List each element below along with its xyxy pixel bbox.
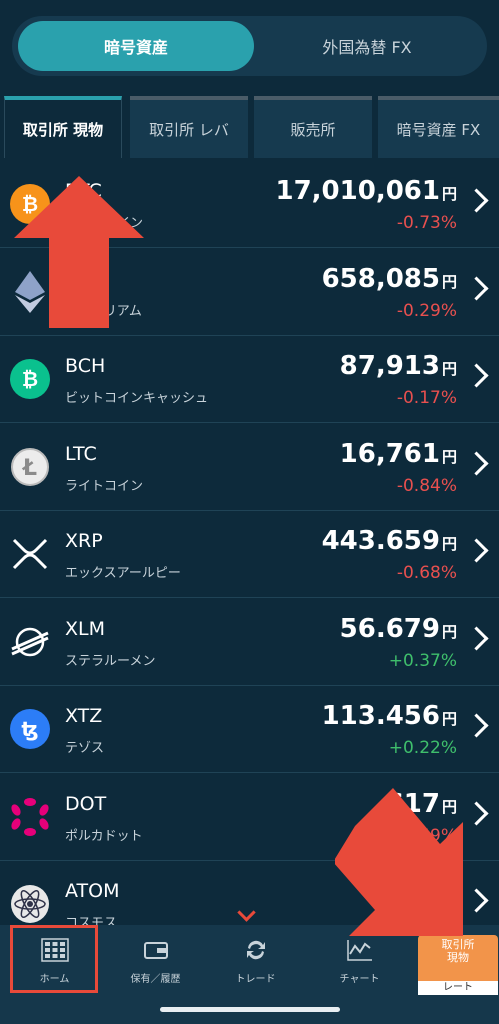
up-arrow-annotation xyxy=(14,176,144,328)
coin-symbol: ATOM xyxy=(65,880,120,902)
tab-exchange-spot[interactable]: 取引所 現物 xyxy=(4,96,122,158)
xrp-icon xyxy=(10,534,50,574)
nav-holdings[interactable]: 保有／履歴 xyxy=(106,925,205,985)
coin-symbol: LTC xyxy=(65,442,97,465)
currency-unit: 円 xyxy=(441,272,457,291)
polkadot-icon xyxy=(10,797,50,837)
coin-price-value: 658,085 xyxy=(321,263,440,294)
chevron-right-icon xyxy=(464,450,489,476)
coin-name: テゾス xyxy=(65,741,105,756)
coin-price: 443.659 円 xyxy=(322,526,457,556)
chevron-right-icon xyxy=(464,625,489,651)
coin-name: ライトコイン xyxy=(65,478,144,494)
coin-change: +0.37% xyxy=(388,650,457,671)
coin-price: 16,761 円 xyxy=(340,439,457,469)
home-highlight-annotation xyxy=(10,925,98,993)
coin-change: +0.22% xyxy=(388,738,457,758)
currency-unit: 円 xyxy=(441,535,457,553)
nav-trade-label: トレード xyxy=(235,974,276,985)
coin-price-value: 16,761 xyxy=(339,438,440,469)
exchange-icon xyxy=(246,940,265,960)
market-tabs: 取引所 現物 取引所 レバ 販売所 暗号資産 FX xyxy=(4,96,499,158)
coin-symbol: XLM xyxy=(65,617,105,640)
coin-change: -0.68% xyxy=(396,563,457,583)
rate-button-title-text: 取引所 現物 xyxy=(441,938,475,964)
chevron-right-icon xyxy=(464,188,489,213)
coin-name: ビットコインキャッシュ xyxy=(65,391,209,406)
coin-change: -0.29% xyxy=(396,300,457,321)
chevron-right-icon xyxy=(464,275,489,301)
chevron-right-icon xyxy=(464,538,489,563)
coin-price: 113.456 円 xyxy=(322,701,457,731)
stellar-icon xyxy=(10,622,50,662)
svg-text:Ł: Ł xyxy=(22,456,37,481)
coin-change: -0.84% xyxy=(396,475,457,496)
tab-crypto-fx[interactable]: 暗号資産 FX xyxy=(378,96,499,158)
chevron-right-icon xyxy=(464,713,489,738)
cosmos-icon xyxy=(10,884,50,924)
currency-unit: 円 xyxy=(441,185,457,203)
segment-crypto[interactable]: 暗号資産 xyxy=(18,21,254,71)
rate-button-title: 取引所 現物 xyxy=(418,935,498,964)
coin-price-value: 56.679 xyxy=(339,613,440,644)
chevron-right-icon xyxy=(464,363,489,388)
coin-price: 56.679 円 xyxy=(340,614,457,644)
coin-row-xtz[interactable]: ꜩ XTZ テゾス 113.456 円 +0.22% xyxy=(0,687,499,773)
coin-price: 17,010,061 円 xyxy=(276,176,458,206)
coin-symbol: XRP xyxy=(65,530,103,552)
coin-name: エックスアールピー xyxy=(65,566,181,581)
coin-symbol: XTZ xyxy=(65,705,103,727)
coin-price-value: 17,010,061 xyxy=(275,176,440,206)
coin-row-bch[interactable]: ₿ BCH ビットコインキャッシュ 87,913 円 -0.17% xyxy=(0,337,499,423)
chart-icon xyxy=(346,940,372,961)
coin-change: -0.17% xyxy=(396,388,457,408)
currency-unit: 円 xyxy=(441,710,457,728)
nav-trade[interactable]: トレード xyxy=(206,925,305,985)
coin-row-xrp[interactable]: XRP エックスアールピー 443.659 円 -0.68% xyxy=(0,512,499,598)
chevron-right-icon xyxy=(464,800,489,826)
coin-name: ポルカドット xyxy=(65,828,143,844)
currency-unit: 円 xyxy=(441,622,457,641)
coin-row-xlm[interactable]: XLM ステラルーメン 56.679 円 +0.37% xyxy=(0,600,499,686)
coin-row-ltc[interactable]: Ł LTC ライトコイン 16,761 円 -0.84% xyxy=(0,425,499,511)
currency-unit: 円 xyxy=(441,360,457,378)
wallet-icon xyxy=(143,942,168,959)
currency-unit: 円 xyxy=(441,447,457,466)
coin-price: 658,085 円 xyxy=(322,264,457,294)
coin-price-value: 443.659 xyxy=(321,526,440,556)
tezos-icon: ꜩ xyxy=(10,709,50,749)
coin-change: -0.73% xyxy=(396,213,457,233)
rate-button-label: レート xyxy=(418,981,498,995)
litecoin-icon: Ł xyxy=(10,447,50,487)
tab-sales[interactable]: 販売所 xyxy=(254,96,372,158)
nav-holdings-label: 保有／履歴 xyxy=(130,974,181,985)
chevron-right-icon xyxy=(464,888,489,913)
bitcoin-cash-icon: ₿ xyxy=(10,359,50,399)
coin-price-value: 113.456 xyxy=(321,701,440,731)
coin-price: 87,913 円 xyxy=(340,351,457,381)
coin-name: ステラルーメン xyxy=(65,653,156,669)
down-right-arrow-annotation xyxy=(335,788,463,936)
tab-exchange-leverage[interactable]: 取引所 レバ xyxy=(130,96,248,158)
coin-symbol: DOT xyxy=(65,792,107,815)
home-indicator xyxy=(160,1007,340,1012)
segment-forex[interactable]: 外国為替 FX xyxy=(254,21,480,71)
coin-price-value: 87,913 xyxy=(339,351,440,381)
nav-chart-label: チャート xyxy=(339,974,380,985)
coin-symbol: BCH xyxy=(65,355,106,377)
rate-button[interactable]: 取引所 現物 レート xyxy=(418,935,498,995)
asset-type-segment: 暗号資産 外国為替 FX xyxy=(12,16,487,76)
